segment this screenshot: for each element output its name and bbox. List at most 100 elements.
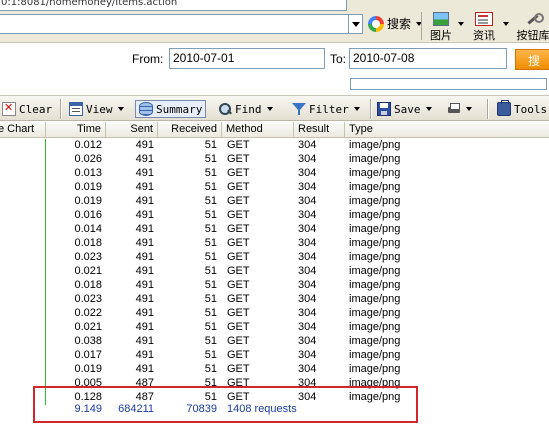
- table-row[interactable]: 0.018 491 51 GET 304 image/png: [0, 237, 549, 251]
- column-header-received[interactable]: Received: [158, 122, 222, 138]
- cell-sent: 491: [135, 363, 154, 375]
- cell-sent: 491: [135, 195, 154, 207]
- view-icon: [69, 102, 83, 116]
- cell-method: GET: [227, 251, 250, 263]
- chevron-down-icon[interactable]: [458, 22, 464, 26]
- address-dropdown-button[interactable]: [348, 14, 363, 34]
- cell-result: 304: [298, 293, 317, 305]
- chevron-down-icon[interactable]: [503, 22, 509, 26]
- cell-method: GET: [227, 279, 250, 291]
- chevron-down-icon: [266, 107, 273, 111]
- address-bar-top[interactable]: 0:1:8081/homemoney/Items.action: [0, 0, 347, 11]
- cell-result: 304: [298, 139, 317, 151]
- cell-result: 304: [298, 307, 317, 319]
- cell-received: 51: [204, 223, 217, 235]
- filter-button[interactable]: Filter: [292, 100, 360, 118]
- find-button[interactable]: Find: [218, 100, 273, 118]
- table-row[interactable]: 0.023 491 51 GET 304 image/png: [0, 293, 549, 307]
- tools-button[interactable]: Tools: [497, 100, 547, 118]
- column-header-result[interactable]: Result: [294, 122, 345, 138]
- cell-type: image/png: [349, 251, 401, 263]
- cell-method: GET: [227, 195, 250, 207]
- cell-time: 0.019: [74, 363, 102, 375]
- cell-type: image/png: [349, 139, 401, 151]
- cell-sent: 491: [135, 223, 154, 235]
- search-engine-label: 搜索: [387, 17, 412, 31]
- cell-result: 304: [298, 321, 317, 333]
- highlight-annotation-box: [33, 386, 418, 423]
- table-row[interactable]: 0.014 491 51 GET 304 image/png: [0, 223, 549, 237]
- cell-result: 304: [298, 349, 317, 361]
- image-icon: [433, 12, 449, 26]
- address-text: 0:1:8081/homemoney/Items.action: [1, 0, 178, 8]
- cell-received: 51: [204, 293, 217, 305]
- to-date-input[interactable]: 2010-07-08: [349, 48, 507, 69]
- cell-sent: 491: [135, 251, 154, 263]
- filter-label: Filter: [309, 102, 349, 116]
- cell-sent: 491: [135, 209, 154, 221]
- column-header-sent[interactable]: Sent: [106, 122, 158, 138]
- table-row[interactable]: 0.019 491 51 GET 304 image/png: [0, 181, 549, 195]
- table-row[interactable]: 0.021 491 51 GET 304 image/png: [0, 321, 549, 335]
- table-row[interactable]: 0.017 491 51 GET 304 image/png: [0, 349, 549, 363]
- cell-received: 51: [204, 363, 217, 375]
- cell-sent: 491: [135, 335, 154, 347]
- address-dropdown-field[interactable]: [0, 14, 349, 34]
- cell-sent: 491: [135, 153, 154, 165]
- cell-method: GET: [227, 237, 250, 249]
- column-header-time[interactable]: Time: [46, 122, 106, 138]
- divider: [60, 99, 61, 119]
- cell-time: 0.018: [74, 279, 102, 291]
- table-row[interactable]: 0.021 491 51 GET 304 image/png: [0, 265, 549, 279]
- find-label: Find: [235, 102, 262, 116]
- summary-button[interactable]: Summary: [135, 100, 207, 118]
- cell-received: 51: [204, 237, 217, 249]
- table-row[interactable]: 0.016 491 51 GET 304 image/png: [0, 209, 549, 223]
- divider: [487, 99, 488, 119]
- column-header-method[interactable]: Method: [222, 122, 294, 138]
- column-header-type[interactable]: Type: [345, 122, 549, 138]
- cell-received: 51: [204, 139, 217, 151]
- images-button[interactable]: 图片: [426, 12, 456, 43]
- cell-type: image/png: [349, 195, 401, 207]
- cell-time: 0.019: [74, 181, 102, 193]
- cell-type: image/png: [349, 363, 401, 375]
- clear-label: Clear: [19, 102, 53, 116]
- button-library-button[interactable]: 按钮库: [513, 12, 549, 43]
- secondary-input[interactable]: [350, 78, 547, 90]
- table-row[interactable]: 0.019 491 51 GET 304 image/png: [0, 363, 549, 377]
- column-header-chart[interactable]: e Chart: [0, 122, 46, 138]
- cell-method: GET: [227, 307, 250, 319]
- printer-icon: [447, 102, 461, 116]
- cell-time: 0.038: [74, 335, 102, 347]
- cell-sent: 491: [135, 349, 154, 361]
- table-row[interactable]: 0.019 491 51 GET 304 image/png: [0, 195, 549, 209]
- from-date-input[interactable]: 2010-07-01: [169, 48, 325, 69]
- search-button[interactable]: 搜: [515, 49, 549, 70]
- cell-result: 304: [298, 153, 317, 165]
- table-row[interactable]: 0.012 491 51 GET 304 image/png: [0, 139, 549, 153]
- cell-received: 51: [204, 279, 217, 291]
- view-button[interactable]: View: [69, 100, 124, 118]
- search-engine-button[interactable]: 搜索: [368, 15, 423, 32]
- cell-method: GET: [227, 293, 250, 305]
- table-row[interactable]: 0.026 491 51 GET 304 image/png: [0, 153, 549, 167]
- cell-type: image/png: [349, 335, 401, 347]
- cell-result: 304: [298, 181, 317, 193]
- floppy-disk-icon: [377, 102, 391, 116]
- cell-type: image/png: [349, 223, 401, 235]
- table-row[interactable]: 0.022 491 51 GET 304 image/png: [0, 307, 549, 321]
- table-row[interactable]: 0.018 491 51 GET 304 image/png: [0, 279, 549, 293]
- clear-button[interactable]: Clear: [2, 100, 52, 118]
- table-row[interactable]: 0.038 491 51 GET 304 image/png: [0, 335, 549, 349]
- cell-time: 0.017: [74, 349, 102, 361]
- print-button[interactable]: [447, 100, 472, 118]
- chevron-down-icon: [425, 107, 432, 111]
- table-row[interactable]: 0.023 491 51 GET 304 image/png: [0, 251, 549, 265]
- cell-type: image/png: [349, 307, 401, 319]
- save-button[interactable]: Save: [377, 100, 432, 118]
- table-row[interactable]: 0.013 491 51 GET 304 image/png: [0, 167, 549, 181]
- cell-received: 51: [204, 209, 217, 221]
- cell-sent: 491: [135, 139, 154, 151]
- news-button[interactable]: 资讯: [468, 12, 500, 43]
